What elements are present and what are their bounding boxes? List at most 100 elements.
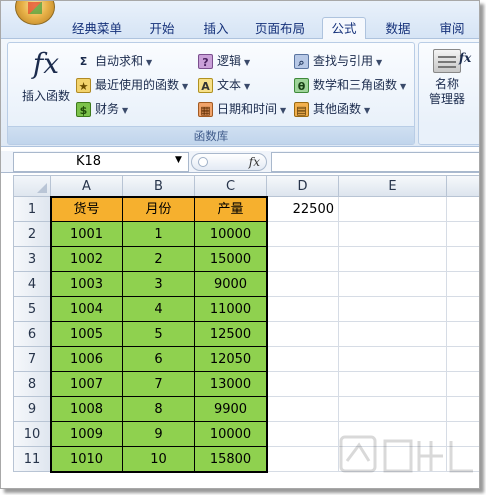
- cell[interactable]: [267, 272, 339, 297]
- table-cell[interactable]: 1003: [51, 272, 123, 297]
- tab-classic-menu[interactable]: 经典菜单: [63, 19, 131, 39]
- table-cell[interactable]: 1: [123, 222, 195, 247]
- cell[interactable]: [339, 197, 447, 222]
- cell[interactable]: [447, 447, 479, 472]
- table-cell[interactable]: 9000: [195, 272, 267, 297]
- cell[interactable]: [447, 297, 479, 322]
- select-all-button[interactable]: [13, 175, 51, 197]
- row-header[interactable]: 4: [13, 272, 51, 297]
- row-header[interactable]: 2: [13, 222, 51, 247]
- column-header-e[interactable]: E: [339, 175, 447, 197]
- cell[interactable]: [267, 372, 339, 397]
- math-trig-button[interactable]: θ 数学和三角函数 ▼: [294, 75, 406, 95]
- name-box-dropdown-icon[interactable]: ▼: [175, 155, 182, 165]
- cell[interactable]: [339, 372, 447, 397]
- cell[interactable]: [267, 447, 339, 472]
- formula-input[interactable]: [271, 152, 479, 172]
- logic-button[interactable]: ? 逻辑 ▼: [198, 51, 250, 71]
- row-header[interactable]: 1: [13, 197, 51, 222]
- cell[interactable]: [447, 222, 479, 247]
- table-cell[interactable]: 9900: [195, 397, 267, 422]
- cell[interactable]: [267, 397, 339, 422]
- table-cell[interactable]: 1006: [51, 347, 123, 372]
- cell[interactable]: [339, 347, 447, 372]
- table-cell[interactable]: 1005: [51, 322, 123, 347]
- column-header-d[interactable]: D: [267, 175, 339, 197]
- cell[interactable]: [447, 422, 479, 447]
- table-cell[interactable]: 5: [123, 322, 195, 347]
- header-cell[interactable]: 产量: [195, 197, 267, 222]
- row-header[interactable]: 3: [13, 247, 51, 272]
- expand-handle-icon[interactable]: [198, 157, 208, 167]
- header-cell[interactable]: 货号: [51, 197, 123, 222]
- cell[interactable]: [267, 422, 339, 447]
- table-cell[interactable]: 1001: [51, 222, 123, 247]
- recent-functions-button[interactable]: ★ 最近使用的函数 ▼: [76, 75, 188, 95]
- name-box[interactable]: K18: [13, 152, 189, 172]
- cell[interactable]: [267, 297, 339, 322]
- cell[interactable]: [447, 247, 479, 272]
- tab-insert[interactable]: 插入: [193, 19, 239, 39]
- tab-home[interactable]: 开始: [139, 19, 185, 39]
- tab-review[interactable]: 审阅: [429, 19, 475, 39]
- cell[interactable]: [447, 347, 479, 372]
- table-cell[interactable]: 10000: [195, 222, 267, 247]
- cell-d1[interactable]: 22500: [267, 197, 339, 222]
- table-cell[interactable]: 2: [123, 247, 195, 272]
- cell[interactable]: [339, 222, 447, 247]
- header-cell[interactable]: 月份: [123, 197, 195, 222]
- cell[interactable]: [447, 322, 479, 347]
- cell[interactable]: [339, 247, 447, 272]
- table-cell[interactable]: 10: [123, 447, 195, 472]
- column-header-f[interactable]: [447, 175, 479, 197]
- table-cell[interactable]: 1008: [51, 397, 123, 422]
- cell[interactable]: [339, 272, 447, 297]
- table-cell[interactable]: 1002: [51, 247, 123, 272]
- define-name-fx-icon[interactable]: fx: [459, 51, 471, 65]
- cell[interactable]: [447, 197, 479, 222]
- table-cell[interactable]: 1007: [51, 372, 123, 397]
- table-cell[interactable]: 10000: [195, 422, 267, 447]
- row-header[interactable]: 10: [13, 422, 51, 447]
- cell[interactable]: [339, 422, 447, 447]
- row-header[interactable]: 7: [13, 347, 51, 372]
- text-button[interactable]: A 文本 ▼: [198, 75, 250, 95]
- table-cell[interactable]: 7: [123, 372, 195, 397]
- tab-page-layout[interactable]: 页面布局: [245, 19, 315, 39]
- row-header[interactable]: 5: [13, 297, 51, 322]
- table-cell[interactable]: 1009: [51, 422, 123, 447]
- lookup-reference-button[interactable]: ⌕ 查找与引用 ▼: [294, 51, 382, 71]
- table-cell[interactable]: 1004: [51, 297, 123, 322]
- autosum-button[interactable]: Σ 自动求和 ▼: [76, 51, 152, 71]
- table-cell[interactable]: 13000: [195, 372, 267, 397]
- more-functions-button[interactable]: ▤ 其他函数 ▼: [294, 99, 370, 119]
- table-cell[interactable]: 9: [123, 422, 195, 447]
- table-cell[interactable]: 12050: [195, 347, 267, 372]
- table-cell[interactable]: 8: [123, 397, 195, 422]
- column-header-a[interactable]: A: [51, 175, 123, 197]
- office-button[interactable]: [15, 1, 55, 25]
- table-cell[interactable]: 12500: [195, 322, 267, 347]
- tab-data[interactable]: 数据: [375, 19, 421, 39]
- finance-button[interactable]: $ 财务 ▼: [76, 99, 128, 119]
- row-header[interactable]: 8: [13, 372, 51, 397]
- datetime-button[interactable]: ▦ 日期和时间 ▼: [198, 99, 286, 119]
- table-cell[interactable]: 4: [123, 297, 195, 322]
- cell[interactable]: [339, 322, 447, 347]
- cell[interactable]: [267, 322, 339, 347]
- insert-function-fx-button[interactable]: fx: [249, 154, 260, 170]
- table-cell[interactable]: 1010: [51, 447, 123, 472]
- cell[interactable]: [267, 347, 339, 372]
- row-header[interactable]: 11: [13, 447, 51, 472]
- cell[interactable]: [447, 272, 479, 297]
- cell[interactable]: [447, 372, 479, 397]
- insert-function-button[interactable]: fx 插入函数: [16, 47, 76, 113]
- cell[interactable]: [267, 222, 339, 247]
- cell[interactable]: [339, 397, 447, 422]
- cell[interactable]: [267, 247, 339, 272]
- column-header-b[interactable]: B: [123, 175, 195, 197]
- table-cell[interactable]: 6: [123, 347, 195, 372]
- tab-formulas[interactable]: 公式: [322, 17, 366, 40]
- cell[interactable]: [447, 397, 479, 422]
- cell[interactable]: [339, 297, 447, 322]
